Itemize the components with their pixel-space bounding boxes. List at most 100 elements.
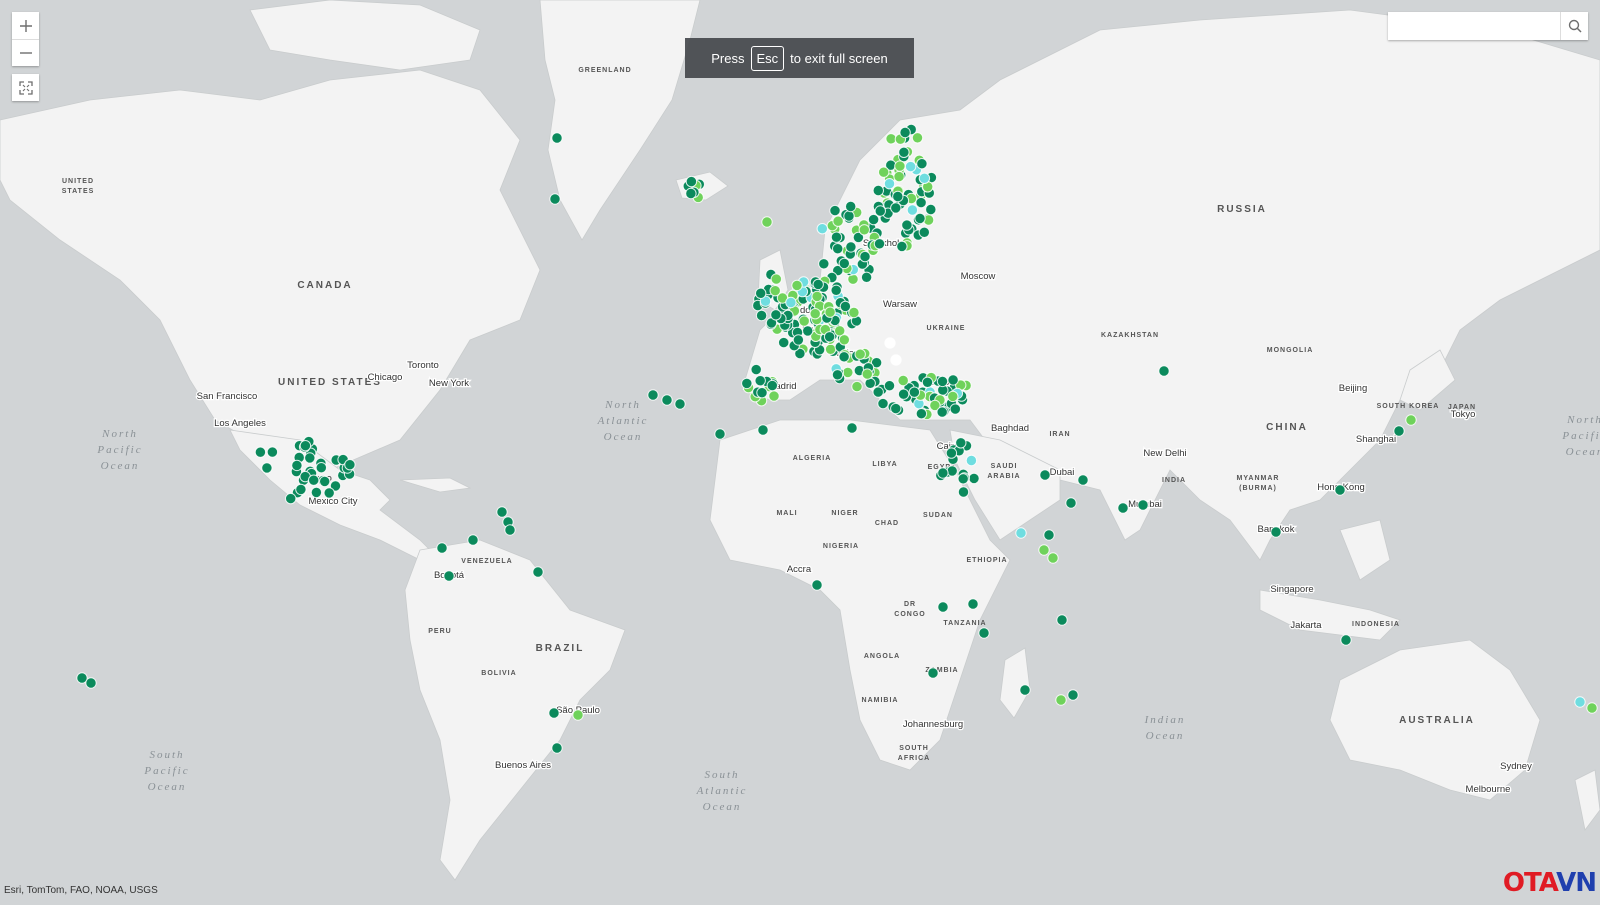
- map-point[interactable]: [751, 364, 761, 374]
- map-point[interactable]: [1066, 498, 1076, 508]
- map-point[interactable]: [810, 309, 820, 319]
- map-point[interactable]: [948, 391, 958, 401]
- map-point[interactable]: [947, 466, 957, 476]
- map-point[interactable]: [819, 259, 829, 269]
- map-point[interactable]: [928, 668, 938, 678]
- map-point[interactable]: [1118, 503, 1128, 513]
- world-map[interactable]: GREENLANDCANADAUNITEDSTATESUNITED STATES…: [0, 0, 1600, 900]
- map-point[interactable]: [1039, 545, 1049, 555]
- map-point[interactable]: [1159, 366, 1169, 376]
- map-point[interactable]: [305, 453, 315, 463]
- map-point[interactable]: [897, 241, 907, 251]
- map-point[interactable]: [917, 159, 927, 169]
- map-point[interactable]: [891, 355, 901, 365]
- map-point[interactable]: [899, 147, 909, 157]
- map-point[interactable]: [316, 463, 326, 473]
- map-point[interactable]: [900, 127, 910, 137]
- map-point[interactable]: [833, 216, 843, 226]
- map-point[interactable]: [756, 310, 766, 320]
- map-point[interactable]: [311, 487, 321, 497]
- map-point[interactable]: [813, 279, 823, 289]
- map-point[interactable]: [799, 316, 809, 326]
- map-point[interactable]: [902, 220, 912, 230]
- map-point[interactable]: [873, 387, 883, 397]
- map-point[interactable]: [1040, 470, 1050, 480]
- map-point[interactable]: [926, 204, 936, 214]
- fullscreen-button[interactable]: [12, 74, 39, 101]
- map-point[interactable]: [686, 176, 696, 186]
- map-point[interactable]: [898, 375, 908, 385]
- map-point[interactable]: [839, 335, 849, 345]
- map-point[interactable]: [824, 332, 834, 342]
- map-point[interactable]: [1335, 485, 1345, 495]
- map-point[interactable]: [884, 179, 894, 189]
- map-point[interactable]: [831, 232, 841, 242]
- map-point[interactable]: [937, 376, 947, 386]
- map-point[interactable]: [825, 344, 835, 354]
- map-point[interactable]: [437, 543, 447, 553]
- map-point[interactable]: [1271, 527, 1281, 537]
- zoom-out-button[interactable]: [12, 39, 39, 66]
- map-point[interactable]: [771, 274, 781, 284]
- map-point[interactable]: [770, 286, 780, 296]
- map-point[interactable]: [885, 338, 895, 348]
- map-point[interactable]: [324, 488, 334, 498]
- map-point[interactable]: [884, 381, 894, 391]
- map-point[interactable]: [552, 743, 562, 753]
- map-point[interactable]: [817, 224, 827, 234]
- map-point[interactable]: [1068, 690, 1078, 700]
- map-point[interactable]: [958, 474, 968, 484]
- map-point[interactable]: [296, 484, 306, 494]
- map-point[interactable]: [812, 291, 822, 301]
- map-point[interactable]: [345, 460, 355, 470]
- map-point[interactable]: [1587, 703, 1597, 713]
- map-point[interactable]: [855, 349, 865, 359]
- map-point[interactable]: [946, 448, 956, 458]
- map-point[interactable]: [861, 272, 871, 282]
- map-point[interactable]: [979, 628, 989, 638]
- map-point[interactable]: [847, 423, 857, 433]
- map-point[interactable]: [803, 326, 813, 336]
- map-point[interactable]: [875, 206, 885, 216]
- map-point[interactable]: [966, 455, 976, 465]
- map-point[interactable]: [767, 380, 777, 390]
- map-point[interactable]: [844, 211, 854, 221]
- search-button[interactable]: [1560, 12, 1588, 40]
- map-point[interactable]: [468, 535, 478, 545]
- map-point[interactable]: [833, 244, 843, 254]
- map-point[interactable]: [969, 473, 979, 483]
- map-point[interactable]: [533, 567, 543, 577]
- map-point[interactable]: [830, 205, 840, 215]
- map-point[interactable]: [1048, 553, 1058, 563]
- map-point[interactable]: [852, 381, 862, 391]
- map-point[interactable]: [859, 225, 869, 235]
- map-point[interactable]: [762, 217, 772, 227]
- map-point[interactable]: [832, 370, 842, 380]
- map-point[interactable]: [916, 197, 926, 207]
- map-point[interactable]: [300, 441, 310, 451]
- map-point[interactable]: [825, 307, 835, 317]
- map-point[interactable]: [922, 377, 932, 387]
- map-point[interactable]: [937, 407, 947, 417]
- map-point[interactable]: [686, 188, 696, 198]
- map-point[interactable]: [1044, 530, 1054, 540]
- map-point[interactable]: [675, 399, 685, 409]
- map-point[interactable]: [839, 352, 849, 362]
- map-point[interactable]: [958, 487, 968, 497]
- map-point[interactable]: [756, 288, 766, 298]
- map-point[interactable]: [860, 251, 870, 261]
- map-point[interactable]: [862, 369, 872, 379]
- map-point[interactable]: [909, 387, 919, 397]
- map-point[interactable]: [262, 463, 272, 473]
- map-point[interactable]: [444, 571, 454, 581]
- map-point[interactable]: [255, 447, 265, 457]
- map-point[interactable]: [1394, 426, 1404, 436]
- map-point[interactable]: [1138, 500, 1148, 510]
- map-point[interactable]: [1406, 415, 1416, 425]
- map-point[interactable]: [769, 391, 779, 401]
- map-point[interactable]: [549, 708, 559, 718]
- map-point[interactable]: [755, 376, 765, 386]
- zoom-in-button[interactable]: [12, 12, 39, 39]
- map-point[interactable]: [812, 580, 822, 590]
- map-point[interactable]: [916, 409, 926, 419]
